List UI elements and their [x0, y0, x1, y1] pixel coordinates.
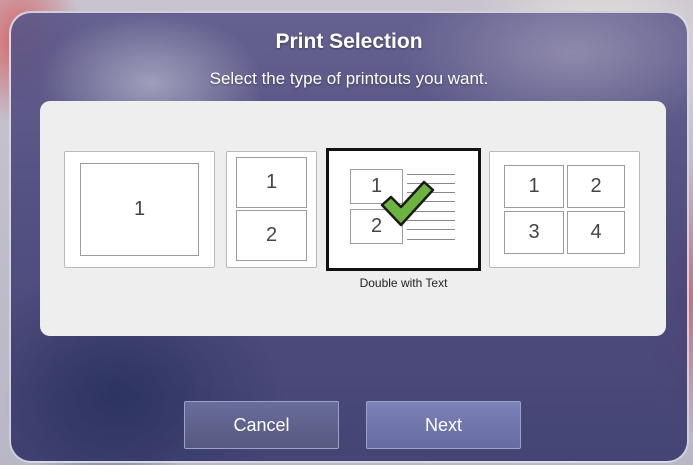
layout-options-panel: 1 1 2 1 2 Double with Text 1 2 3 4	[40, 101, 666, 336]
page-cell-4: 4	[567, 211, 625, 254]
page-cell-1: 1	[236, 157, 307, 208]
page-cell-3: 3	[504, 211, 564, 254]
page-cell-1: 1	[80, 163, 199, 256]
print-selection-dialog: Print Selection Select the type of print…	[9, 11, 689, 463]
layout-option-double[interactable]: 1 2	[226, 151, 317, 268]
layout-option-single[interactable]: 1	[64, 151, 215, 268]
dialog-title: Print Selection	[275, 30, 423, 53]
page-cell-2: 2	[567, 165, 625, 208]
layout-option-quad[interactable]: 1 2 3 4	[489, 151, 640, 268]
text-line	[407, 174, 455, 175]
next-button[interactable]: Next	[366, 401, 521, 449]
cancel-button[interactable]: Cancel	[184, 401, 339, 449]
page-cell-2: 2	[236, 210, 307, 261]
text-line	[407, 239, 455, 240]
layout-option-double-with-text[interactable]: 1 2	[326, 148, 481, 271]
dialog-subtitle: Select the type of printouts you want.	[209, 69, 489, 88]
selected-layout-caption: Double with Text	[359, 276, 448, 290]
text-line	[407, 229, 455, 230]
checkmark-icon	[380, 180, 435, 227]
page-cell-1: 1	[504, 165, 564, 208]
